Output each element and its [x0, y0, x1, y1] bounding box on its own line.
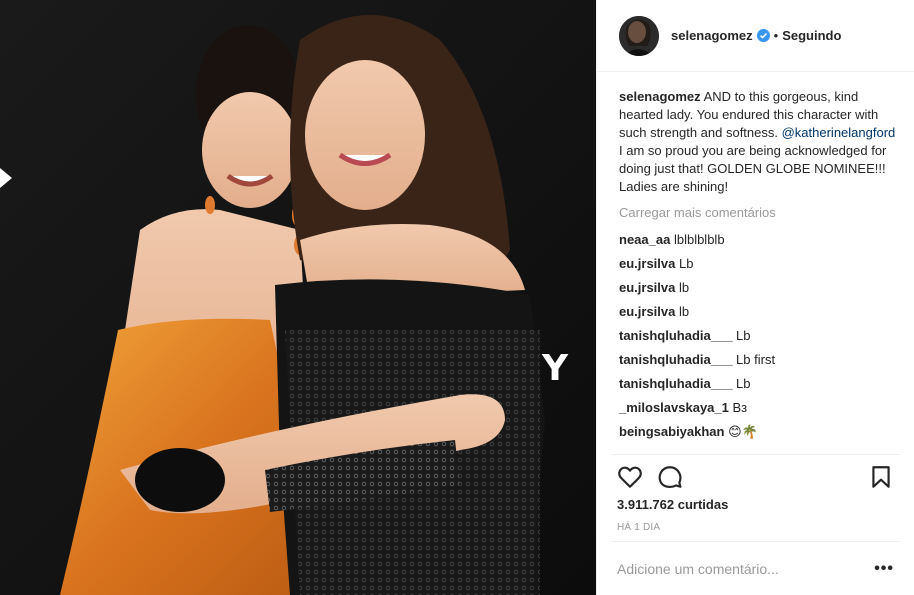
comment-item: eu.jrsilva lb: [619, 279, 902, 303]
comment-text: Lb: [736, 376, 751, 391]
post-timestamp[interactable]: HÁ 1 DIA: [617, 522, 660, 533]
heart-icon[interactable]: [617, 464, 643, 490]
caption-mention-link[interactable]: @katherinelangford: [782, 125, 896, 140]
post-header: selenagomez • Seguindo: [597, 0, 914, 72]
backdrop-letter: Y: [542, 348, 569, 389]
post-actions-bar: [611, 454, 900, 498]
comment-item: eu.jrsilva Lb: [619, 255, 902, 279]
avatar-image: [619, 15, 659, 56]
verified-badge-icon: [756, 29, 770, 42]
comment-item: eu.jrsilva lb: [619, 303, 902, 327]
caption-username[interactable]: selenagomez: [619, 89, 701, 104]
comment-username[interactable]: eu.jrsilva: [619, 304, 675, 319]
comment-text: Lb: [679, 256, 694, 271]
post-image: [0, 0, 596, 595]
comment-text: Вз: [732, 400, 748, 415]
follow-status-button[interactable]: Seguindo: [782, 28, 841, 43]
comment-text: 😊🌴: [728, 424, 758, 439]
comment-username[interactable]: tanishqluhadia___: [619, 352, 732, 367]
comment-item: tanishqluhadia___ Lb: [619, 327, 902, 351]
comment-text: Lb first: [736, 352, 776, 367]
likes-count[interactable]: 3.911.762 curtidas: [617, 497, 728, 512]
comment-text: lb: [679, 304, 690, 319]
comment-item: _miloslavskaya_1 Вз: [619, 399, 902, 423]
more-options-button[interactable]: •••: [874, 560, 894, 578]
comment-item: neaa_aa lblblblblb: [619, 231, 902, 255]
post-photo[interactable]: Y: [0, 0, 596, 595]
comment-username[interactable]: tanishqluhadia___: [619, 376, 732, 391]
comment-item: tanishqluhadia___ Lb first: [619, 351, 902, 375]
add-comment-bar: Adicione um comentário... •••: [611, 541, 900, 595]
comment-item: tanishqluhadia___ Lb: [619, 375, 902, 399]
comment-username[interactable]: _miloslavskaya_1: [619, 400, 729, 415]
comment-bubble-icon[interactable]: [657, 464, 683, 490]
avatar[interactable]: [619, 15, 659, 56]
post-caption: selenagomez AND to this gorgeous, kind h…: [619, 88, 902, 196]
comment-username[interactable]: eu.jrsilva: [619, 280, 675, 295]
comment-text: lb: [679, 280, 690, 295]
author-username[interactable]: selenagomez: [671, 28, 753, 43]
post-side-panel: selenagomez • Seguindo selenagomez AND t…: [596, 0, 914, 595]
bookmark-icon[interactable]: [868, 464, 894, 490]
comment-text: lblblblblb: [673, 232, 725, 247]
load-more-comments-link[interactable]: Carregar mais comentários: [619, 204, 902, 222]
caption-text-continued: I am so proud you are being acknowledged…: [619, 143, 887, 194]
add-comment-input[interactable]: Adicione um comentário...: [617, 561, 779, 577]
instagram-post: Y selenagomez • Seguindo selenagomez AND…: [0, 0, 914, 595]
comment-username[interactable]: neaa_aa: [619, 232, 670, 247]
separator-dot: •: [773, 28, 779, 43]
comment-item: beingsabiyakhan 😊🌴: [619, 423, 902, 447]
comment-text: Lb: [736, 328, 751, 343]
comments-section[interactable]: selenagomez AND to this gorgeous, kind h…: [619, 88, 902, 454]
comment-username[interactable]: tanishqluhadia___: [619, 328, 732, 343]
comment-username[interactable]: beingsabiyakhan: [619, 424, 724, 439]
comment-username[interactable]: eu.jrsilva: [619, 256, 675, 271]
